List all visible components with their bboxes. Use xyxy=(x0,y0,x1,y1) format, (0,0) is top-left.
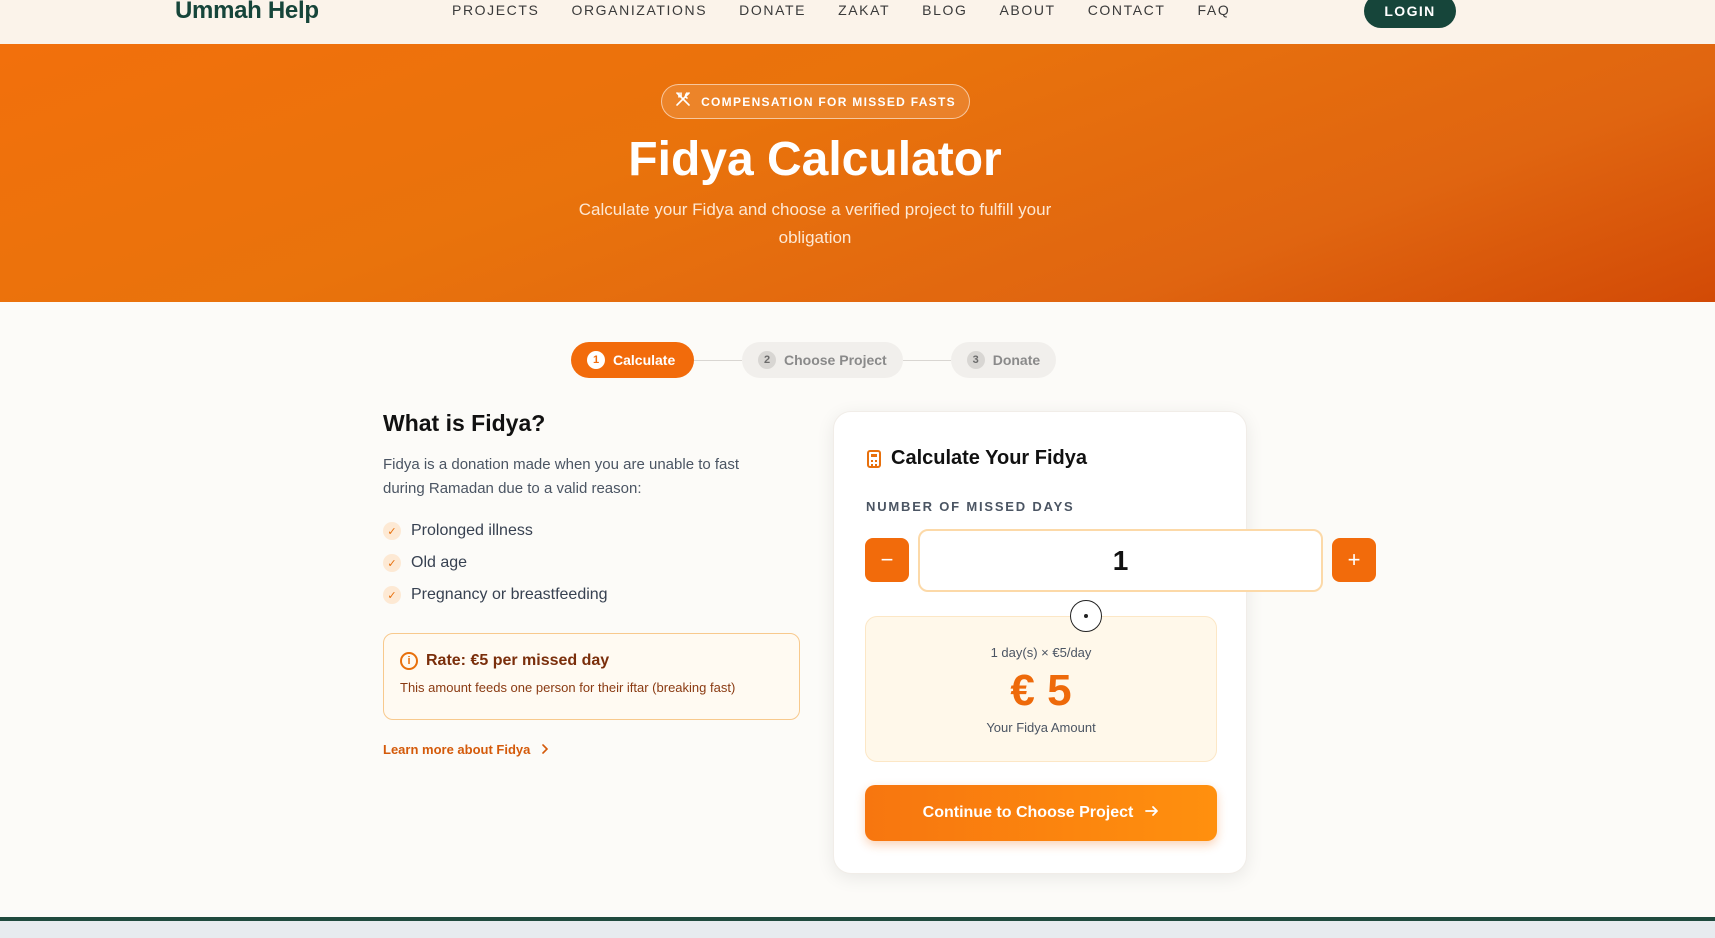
nav-faq[interactable]: FAQ xyxy=(1198,2,1231,18)
progress-stepper: 1 Calculate 2 Choose Project 3 Donate xyxy=(571,342,1057,378)
step-calculate[interactable]: 1 Calculate xyxy=(571,342,694,378)
reasons-list: ✓ Prolonged illness ✓ Old age ✓ Pregnanc… xyxy=(383,515,803,611)
fidya-formula: 1 day(s) × €5/day xyxy=(990,645,1092,660)
mouse-cursor-icon xyxy=(1070,600,1102,632)
calculator-icon xyxy=(867,449,881,468)
rate-title-text: Rate: €5 per missed day xyxy=(426,652,610,669)
step-label: Choose Project xyxy=(784,352,887,368)
step-donate[interactable]: 3 Donate xyxy=(950,342,1057,378)
os-taskbar xyxy=(0,921,1715,938)
nav-projects[interactable]: PROJECTS xyxy=(452,2,539,18)
check-icon: ✓ xyxy=(383,554,401,572)
page-title: Fidya Calculator xyxy=(628,133,1002,186)
learn-more-label: Learn more about Fidya xyxy=(383,742,531,757)
nav-organizations[interactable]: ORGANIZATIONS xyxy=(571,2,707,18)
rate-title: i Rate: €5 per missed day xyxy=(400,652,783,670)
check-icon: ✓ xyxy=(383,522,401,540)
learn-more-link[interactable]: Learn more about Fidya xyxy=(383,742,803,757)
hero-badge-label: COMPENSATION FOR MISSED FASTS xyxy=(701,94,956,109)
rate-description: This amount feeds one person for their i… xyxy=(400,680,736,695)
missed-days-input[interactable]: 1 xyxy=(918,529,1323,592)
step-number: 2 xyxy=(758,351,776,369)
hero-badge: COMPENSATION FOR MISSED FASTS xyxy=(661,84,970,119)
fidya-info: What is Fidya? Fidya is a donation made … xyxy=(383,410,803,757)
hero-banner: COMPENSATION FOR MISSED FASTS Fidya Calc… xyxy=(0,44,1715,302)
reason-label: Pregnancy or breastfeeding xyxy=(411,586,608,603)
nav-donate[interactable]: DONATE xyxy=(739,2,806,18)
step-choose-project[interactable]: 2 Choose Project xyxy=(742,342,903,378)
list-item: ✓ Pregnancy or breastfeeding xyxy=(383,579,803,611)
calculator-title: Calculate Your Fidya xyxy=(867,447,1087,470)
decrement-button[interactable]: − xyxy=(865,538,909,582)
fidya-amount: € 5 xyxy=(1010,666,1072,715)
continue-button[interactable]: Continue to Choose Project xyxy=(865,785,1217,841)
nav-zakat[interactable]: ZAKAT xyxy=(838,2,890,18)
rate-callout: i Rate: €5 per missed day This amount fe… xyxy=(383,633,800,720)
list-item: ✓ Old age xyxy=(383,547,803,579)
utensils-crossed-icon xyxy=(675,91,691,112)
nav-contact[interactable]: CONTACT xyxy=(1088,2,1166,18)
login-button[interactable]: LOGIN xyxy=(1364,0,1456,28)
increment-button[interactable]: + xyxy=(1332,538,1376,582)
calculator-title-text: Calculate Your Fidya xyxy=(891,447,1087,469)
main-nav: PROJECTS ORGANIZATIONS DONATE ZAKAT BLOG… xyxy=(452,2,1262,18)
step-number: 3 xyxy=(966,351,985,369)
step-number: 1 xyxy=(587,351,605,369)
info-heading: What is Fidya? xyxy=(383,410,546,436)
reason-label: Prolonged illness xyxy=(411,522,533,539)
info-description: Fidya is a donation made when you are un… xyxy=(383,456,740,497)
page-subtitle: Calculate your Fidya and choose a verifi… xyxy=(578,200,1052,247)
calculator-card: Calculate Your Fidya NUMBER OF MISSED DA… xyxy=(833,411,1376,874)
step-label: Donate xyxy=(992,352,1041,368)
reason-label: Old age xyxy=(411,554,468,571)
step-connector xyxy=(694,359,742,361)
fidya-result-box: 1 day(s) × €5/day € 5 Your Fidya Amount xyxy=(865,616,1217,762)
nav-blog[interactable]: BLOG xyxy=(922,2,967,18)
arrow-right-icon xyxy=(1145,804,1159,823)
continue-label: Continue to Choose Project xyxy=(922,804,1134,821)
missed-days-label: NUMBER OF MISSED DAYS xyxy=(866,499,1075,514)
nav-about[interactable]: ABOUT xyxy=(999,2,1055,18)
chevron-right-icon xyxy=(540,742,550,757)
info-icon: i xyxy=(400,652,418,670)
step-label: Calculate xyxy=(613,352,676,368)
check-icon: ✓ xyxy=(383,586,401,604)
step-connector xyxy=(902,359,951,361)
top-nav-bar: Ummah Help PROJECTS ORGANIZATIONS DONATE… xyxy=(0,0,1715,44)
fidya-amount-label: Your Fidya Amount xyxy=(986,720,1096,735)
site-logo[interactable]: Ummah Help xyxy=(175,0,319,25)
list-item: ✓ Prolonged illness xyxy=(383,515,803,547)
